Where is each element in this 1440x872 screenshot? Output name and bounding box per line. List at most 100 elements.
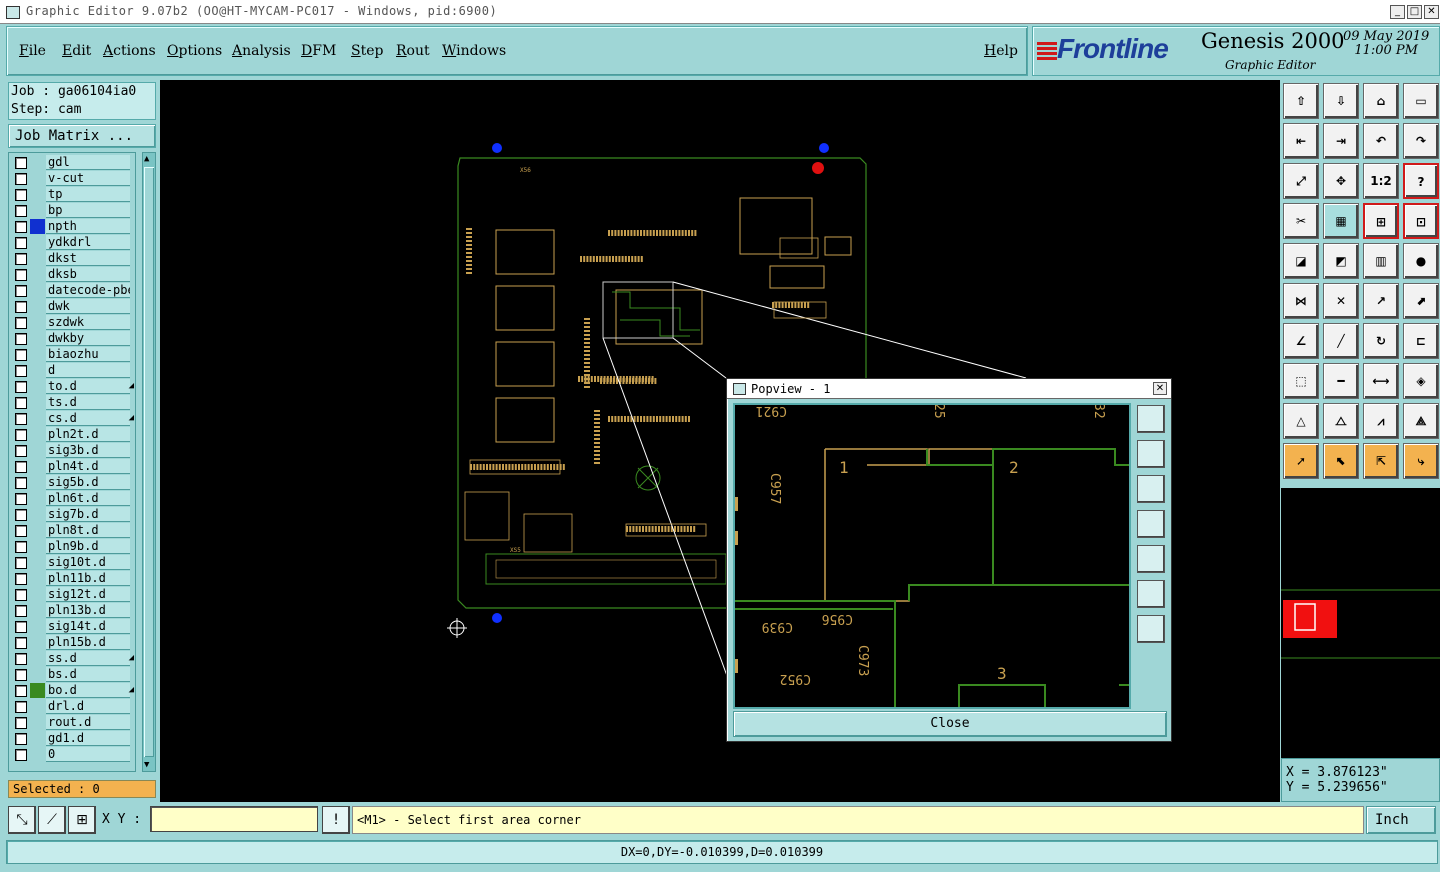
home-icon[interactable]: ⌂ [1363, 83, 1399, 119]
layer-checkbox[interactable] [15, 637, 27, 649]
layer-name[interactable]: datecode-pbe [46, 283, 130, 298]
minimize-button[interactable]: _ [1390, 5, 1405, 19]
layer-checkbox[interactable] [15, 461, 27, 473]
zoom-fit-icon[interactable]: ⤢ [1283, 163, 1319, 199]
unit-selector[interactable]: Inch [1366, 806, 1436, 834]
menu-help[interactable]: Help [984, 43, 1018, 59]
layer-name[interactable]: dwk [46, 299, 130, 314]
menu-actions[interactable]: Actions [103, 43, 156, 59]
popview-title-bar[interactable]: Popview - 1 ✕ [727, 379, 1171, 399]
layer-checkbox[interactable] [15, 477, 27, 489]
popview-pan-down-icon[interactable] [1137, 475, 1165, 503]
layer-row[interactable]: pln11b.d [9, 571, 135, 587]
layer-checkbox[interactable] [15, 701, 27, 713]
layer-row[interactable]: dwkby [9, 331, 135, 347]
layer-row[interactable]: ss.d ◢ [9, 651, 135, 667]
job-matrix-button[interactable]: Job Matrix ... [8, 124, 156, 148]
undo-icon[interactable]: ↶ [1363, 123, 1399, 159]
popview-zoom-in-icon[interactable] [1137, 580, 1165, 608]
layer-checkbox[interactable] [15, 381, 27, 393]
layer-list-scrollbar[interactable]: ▲ ▼ [142, 152, 156, 772]
layer-row[interactable]: bo.d ◢ [9, 683, 135, 699]
popview-pan-left-icon[interactable] [1137, 510, 1165, 538]
layer-color-swatch[interactable] [30, 363, 45, 378]
layer-color-swatch[interactable] [30, 715, 45, 730]
layer-name[interactable]: pln8t.d [46, 523, 130, 538]
layer-checkbox[interactable] [15, 525, 27, 537]
zoom-center-icon[interactable]: ✥ [1323, 163, 1359, 199]
layer-checkbox[interactable] [15, 605, 27, 617]
layer-color-swatch[interactable] [30, 523, 45, 538]
layer-color-swatch[interactable] [30, 683, 45, 698]
layer-checkbox[interactable] [15, 749, 27, 761]
layer-name[interactable]: pln15b.d [46, 635, 130, 650]
layer-color-swatch[interactable] [30, 587, 45, 602]
layer-name[interactable]: sig12t.d [46, 587, 130, 602]
layer-color-swatch[interactable] [30, 491, 45, 506]
layer-row[interactable]: bs.d [9, 667, 135, 683]
scrollbar-thumb[interactable] [144, 167, 154, 757]
layer-color-swatch[interactable] [30, 635, 45, 650]
layer-row[interactable]: pln13b.d [9, 603, 135, 619]
layer-name[interactable]: sig14t.d [46, 619, 130, 634]
layer-toggle-icon[interactable]: ⊞ [1363, 203, 1399, 239]
step-up-icon[interactable]: ⇧ [1283, 83, 1319, 119]
layer-checkbox[interactable] [15, 205, 27, 217]
layer-row[interactable]: biaozhu [9, 347, 135, 363]
xy-input[interactable] [150, 806, 318, 832]
layer-checkbox[interactable] [15, 333, 27, 345]
arc-icon[interactable]: ↻ [1363, 323, 1399, 359]
circle-icon[interactable]: ● [1403, 243, 1439, 279]
menu-edit[interactable]: Edit [62, 43, 91, 59]
layer-row[interactable]: dkst [9, 251, 135, 267]
select-icon[interactable]: ➚ [1283, 443, 1319, 479]
layer-color-swatch[interactable] [30, 555, 45, 570]
layer-checkbox[interactable] [15, 733, 27, 745]
layer-row[interactable]: ydkdrl [9, 235, 135, 251]
menu-file[interactable]: File [19, 43, 46, 59]
layer-color-swatch[interactable] [30, 379, 45, 394]
array-icon[interactable]: ⬚ [1283, 363, 1319, 399]
layer-checkbox[interactable] [15, 717, 27, 729]
layer-name[interactable]: sig7b.d [46, 507, 130, 522]
layer-color-swatch[interactable] [30, 187, 45, 202]
add-point-icon[interactable]: ↗ [1363, 283, 1399, 319]
layer-color-swatch[interactable] [30, 315, 45, 330]
layer-row[interactable]: pln9b.d [9, 539, 135, 555]
layer-checkbox[interactable] [15, 301, 27, 313]
scroll-down-icon[interactable]: ▼ [144, 760, 149, 770]
layer-color-swatch[interactable] [30, 235, 45, 250]
app-icon[interactable] [6, 6, 20, 19]
layer-name[interactable]: 0 [46, 747, 130, 762]
angle-icon[interactable]: ∠ [1283, 323, 1319, 359]
popview-pan-right-icon[interactable] [1137, 545, 1165, 573]
shape-icon[interactable]: ◈ [1403, 363, 1439, 399]
layer-row[interactable]: sig5b.d [9, 475, 135, 491]
layer-checkbox[interactable] [15, 397, 27, 409]
layer-name[interactable]: szdwk [46, 315, 130, 330]
layer-row[interactable]: dksb [9, 267, 135, 283]
layer-row[interactable]: dwk [9, 299, 135, 315]
layer-color-swatch[interactable] [30, 267, 45, 282]
layer-name[interactable]: sig5b.d [46, 475, 130, 490]
layer-name[interactable]: pln13b.d [46, 603, 130, 618]
layer-row[interactable]: pln2t.d [9, 427, 135, 443]
layer-row[interactable]: gdl [9, 155, 135, 171]
layer-checkbox[interactable] [15, 189, 27, 201]
layer-name[interactable]: to.d [46, 379, 130, 394]
layer-color-swatch[interactable] [30, 603, 45, 618]
menu-windows[interactable]: Windows [442, 43, 506, 59]
cut-icon[interactable]: ✂ [1283, 203, 1319, 239]
layer-checkbox[interactable] [15, 573, 27, 585]
layer-checkbox[interactable] [15, 413, 27, 425]
draw-line-icon[interactable]: ╱ [1323, 323, 1359, 359]
layer-checkbox[interactable] [15, 557, 27, 569]
horizontal-icon[interactable]: ━ [1323, 363, 1359, 399]
layer-name[interactable]: gdl [46, 155, 130, 170]
layer-name[interactable]: cs.d [46, 411, 130, 426]
layer-checkbox[interactable] [15, 349, 27, 361]
layer-name[interactable]: gd1.d [46, 731, 130, 746]
layer-checkbox[interactable] [15, 157, 27, 169]
snap-mode-icon[interactable]: ⤡ [8, 806, 36, 834]
layer-color-swatch[interactable] [30, 699, 45, 714]
